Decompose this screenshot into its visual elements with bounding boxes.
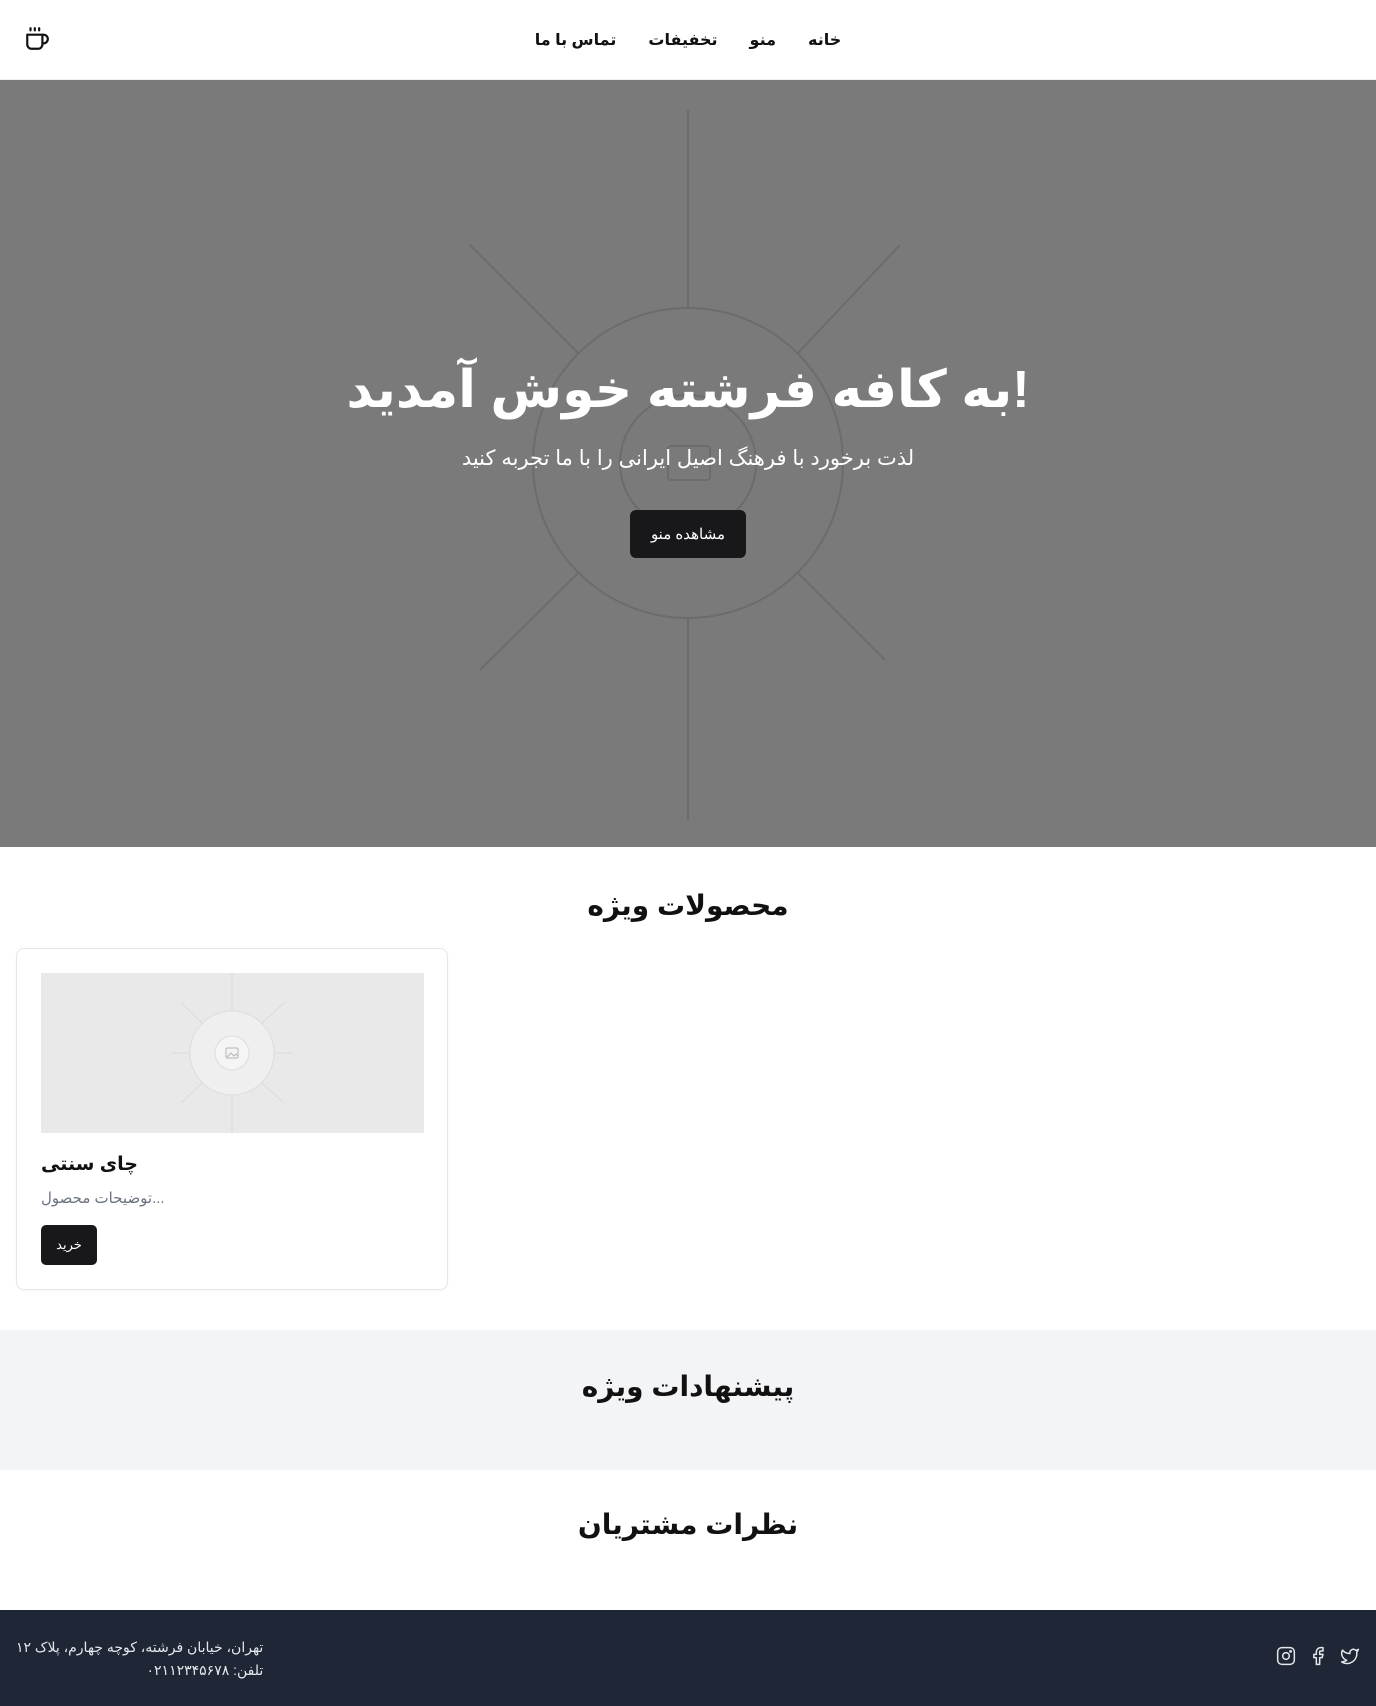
- buy-button[interactable]: خرید: [41, 1225, 97, 1265]
- product-image-placeholder: [41, 973, 424, 1133]
- facebook-icon[interactable]: [1308, 1646, 1328, 1666]
- special-offers-title: پیشنهادات ویژه: [581, 1371, 795, 1402]
- footer-phone: تلفن: ۰۲۱۱۲۳۴۵۶۷۸: [146, 1662, 264, 1678]
- special-offers-section: پیشنهادات ویژه: [0, 1330, 1376, 1470]
- site-footer: تهران، خیابان فرشته، کوچه چهارم، پلاک ۱۲…: [0, 1610, 1376, 1706]
- product-card: چای سنتی ...توضیحات محصول خرید: [16, 948, 448, 1290]
- footer-contact-info: تهران، خیابان فرشته، کوچه چهارم، پلاک ۱۲…: [16, 1636, 263, 1682]
- site-header: خانه منو تخفیفات تماس با ما: [0, 0, 1376, 80]
- hero-title: !به کافه فرشته خوش آمدید: [346, 361, 1030, 419]
- nav-link-discounts[interactable]: تخفیفات: [648, 30, 717, 50]
- nav-link-menu[interactable]: منو: [750, 30, 776, 50]
- instagram-icon[interactable]: [1276, 1646, 1296, 1666]
- nav-link-home[interactable]: خانه: [808, 30, 841, 50]
- hero-subtitle: لذت برخورد با فرهنگ اصیل ایرانی را با ما…: [461, 447, 915, 470]
- view-menu-button[interactable]: مشاهده منو: [630, 510, 746, 558]
- hero-section: !به کافه فرشته خوش آمدید لذت برخورد با ف…: [0, 80, 1376, 847]
- main-nav: خانه منو تخفیفات تماس با ما: [0, 0, 1376, 80]
- product-name: چای سنتی: [41, 1154, 138, 1175]
- featured-products-section: محصولات ویژه چای سنتی ...توضیحات محصول خ…: [0, 847, 1376, 1330]
- nav-link-contact[interactable]: تماس با ما: [535, 30, 617, 50]
- twitter-icon[interactable]: [1340, 1646, 1360, 1666]
- hero-content: !به کافه فرشته خوش آمدید لذت برخورد با ف…: [0, 80, 1376, 847]
- customer-reviews-title: نظرات مشتریان: [577, 1509, 799, 1540]
- footer-address: تهران، خیابان فرشته، کوچه چهارم، پلاک ۱۲: [16, 1639, 264, 1655]
- customer-reviews-section: نظرات مشتریان: [0, 1470, 1376, 1610]
- product-description: ...توضیحات محصول: [41, 1190, 165, 1207]
- nav-list: خانه منو تخفیفات تماس با ما: [535, 30, 842, 50]
- featured-products-title: محصولات ویژه: [587, 890, 789, 921]
- social-links: [1276, 1646, 1360, 1666]
